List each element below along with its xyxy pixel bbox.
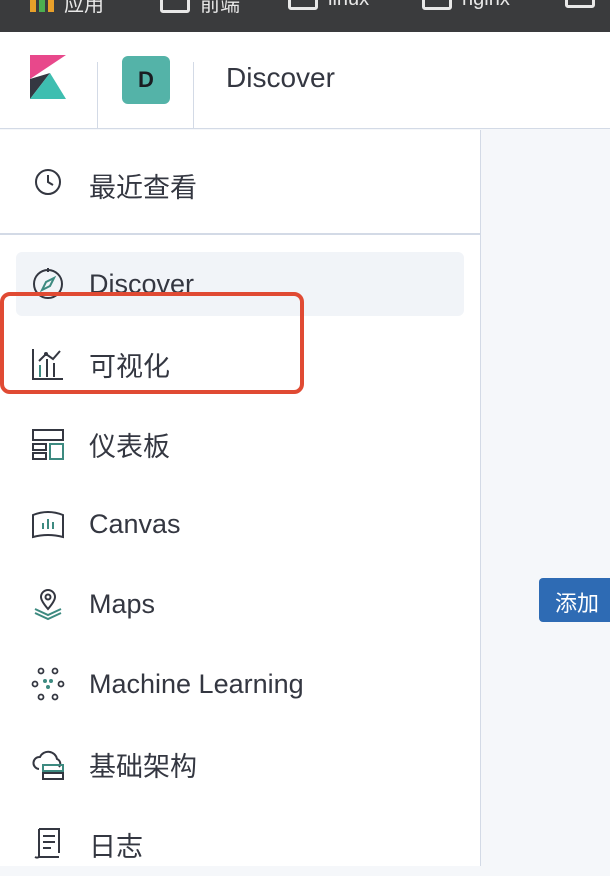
page-title: Discover xyxy=(226,62,335,93)
bookmark-linux[interactable]: linux xyxy=(288,0,369,11)
bookmark-more[interactable] xyxy=(565,0,595,8)
folder-icon xyxy=(288,0,318,10)
nav-item-logs[interactable]: 日志 xyxy=(16,812,464,876)
infrastructure-icon xyxy=(30,746,66,782)
kibana-logo-icon[interactable] xyxy=(28,53,68,101)
nav-label: 仪表板 xyxy=(89,431,170,462)
nav-item-infrastructure[interactable]: 基础架构 xyxy=(16,732,464,796)
nav-label: Maps xyxy=(89,588,156,619)
machine-learning-icon xyxy=(30,666,66,702)
add-button[interactable]: 添加 xyxy=(539,578,610,622)
nav-label: Machine Learning xyxy=(89,668,304,699)
nav-item-canvas[interactable]: Canvas xyxy=(16,492,464,556)
canvas-icon xyxy=(30,506,66,542)
space-avatar[interactable]: D xyxy=(122,56,170,104)
recently-viewed-section[interactable]: 最近查看 xyxy=(0,130,480,235)
folder-icon xyxy=(160,0,190,13)
bookmarks-bar: 应用 前端 linux nginx xyxy=(0,0,610,32)
bookmark-label: 应用 xyxy=(64,0,104,16)
bookmark-frontend[interactable]: 前端 xyxy=(160,0,240,17)
highlight-annotation xyxy=(0,292,304,394)
nav-item-machine-learning[interactable]: Machine Learning xyxy=(16,652,464,716)
logs-icon xyxy=(30,826,66,862)
folder-icon xyxy=(565,0,595,8)
bookmark-label: 前端 xyxy=(200,0,240,16)
nav-item-maps[interactable]: Maps xyxy=(16,572,464,636)
bookmark-label: linux xyxy=(328,0,369,11)
bookmark-nginx[interactable]: nginx xyxy=(422,0,510,11)
bookmark-label: nginx xyxy=(462,0,510,11)
nav-label: Canvas xyxy=(89,508,181,539)
header-divider xyxy=(193,62,194,128)
recently-viewed-label: 最近查看 xyxy=(89,173,197,203)
apps-icon xyxy=(30,0,54,12)
app-header: D Discover xyxy=(0,32,610,129)
dashboard-icon xyxy=(30,426,66,462)
header-divider xyxy=(97,62,98,128)
folder-icon xyxy=(422,0,452,10)
clock-icon xyxy=(30,164,66,200)
maps-icon xyxy=(30,586,66,622)
nav-label: 基础架构 xyxy=(89,751,197,782)
nav-item-dashboard[interactable]: 仪表板 xyxy=(16,412,464,476)
bookmark-apps[interactable]: 应用 xyxy=(30,0,104,17)
nav-label: 日志 xyxy=(89,831,143,862)
main-content xyxy=(481,130,610,866)
side-nav: 最近查看 Discover 可视化 仪表板 Canvas Maps Machin… xyxy=(0,130,481,866)
